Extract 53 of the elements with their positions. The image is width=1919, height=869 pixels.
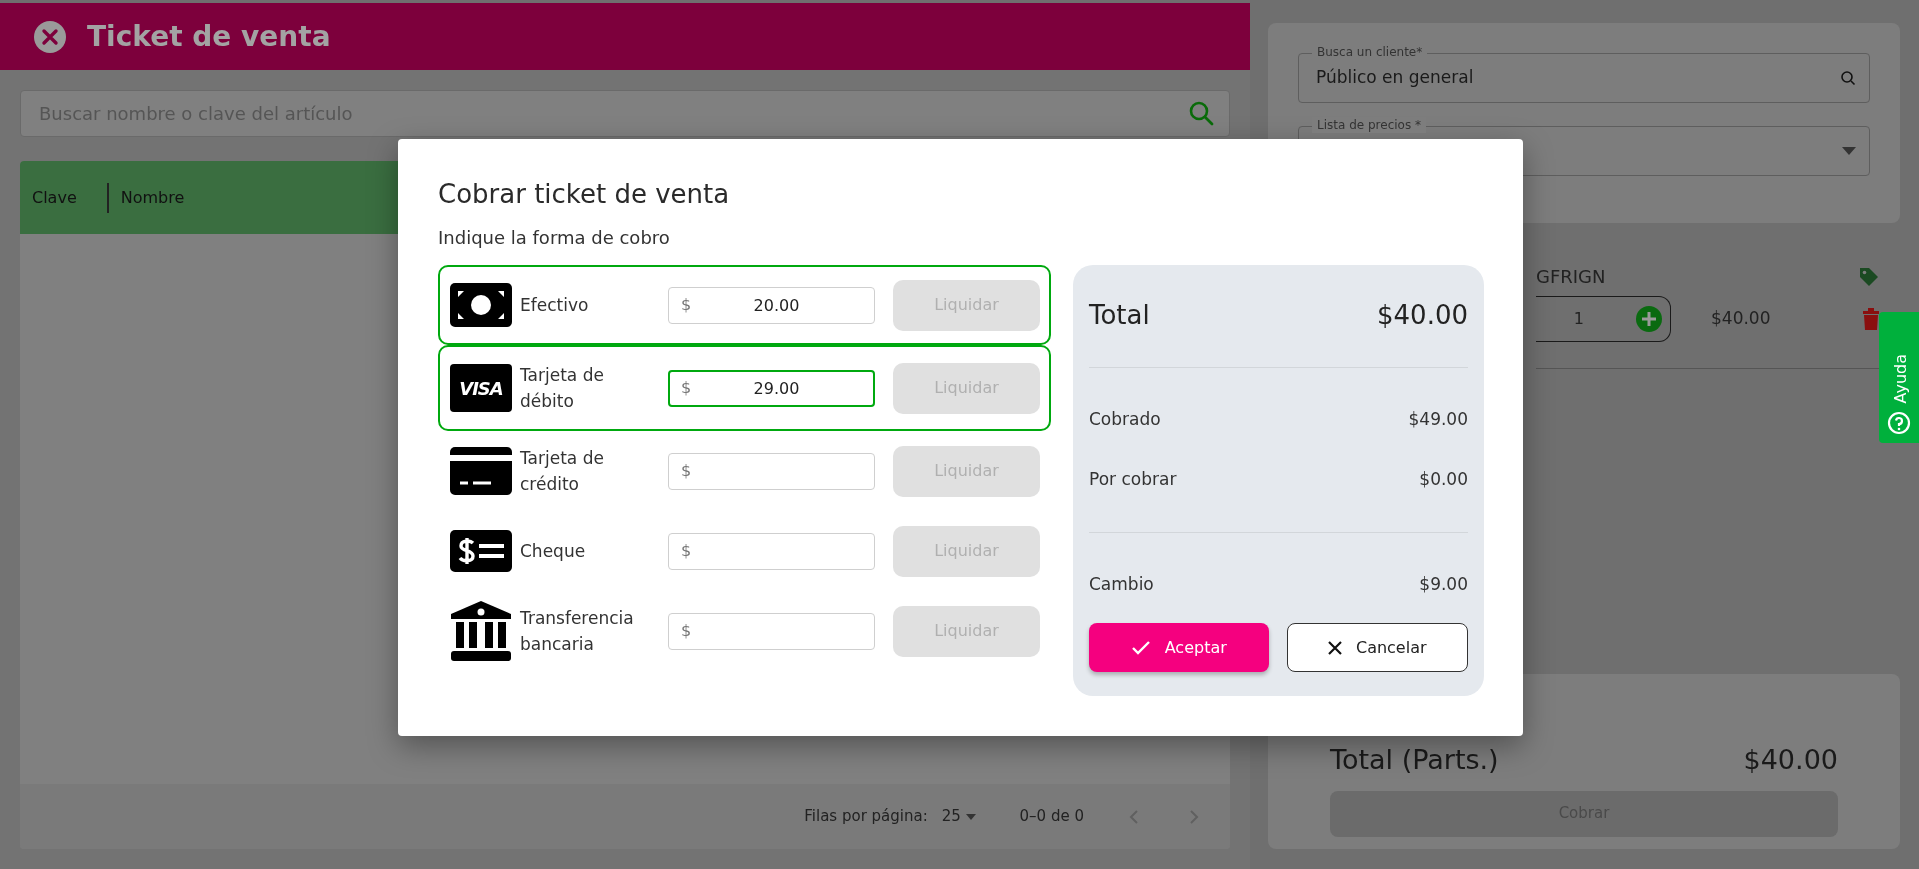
check-icon — [1130, 639, 1151, 656]
dialog-title: Cobrar ticket de venta — [438, 179, 731, 211]
column-header[interactable]: Clave — [20, 185, 77, 210]
trash-icon[interactable] — [1862, 308, 1880, 330]
quantity-field[interactable]: 1 — [1536, 296, 1671, 342]
totals-value: $40.00 — [1743, 743, 1838, 777]
summary-value: $49.00 — [1408, 408, 1468, 432]
banknote-icon — [450, 281, 512, 330]
page-title: Ticket de venta — [87, 18, 331, 55]
summary-label: Cobrado — [1089, 408, 1161, 432]
item-code: GFRIGN — [1536, 265, 1606, 289]
cancel-button[interactable]: Cancelar — [1286, 623, 1468, 672]
credit-card-icon — [450, 447, 512, 496]
field-value: Público en general — [1316, 66, 1475, 90]
dropdown-caret-icon[interactable] — [1842, 147, 1856, 155]
summary-value: $0.00 — [1419, 468, 1468, 492]
close-icon[interactable] — [33, 19, 67, 54]
currency-symbol: $ — [681, 377, 692, 398]
close-icon — [1327, 640, 1342, 655]
currency-symbol: $ — [681, 620, 692, 641]
plus-icon[interactable] — [1636, 306, 1662, 332]
previous-page-icon[interactable] — [1128, 808, 1140, 825]
bank-icon — [450, 601, 512, 662]
item-amount: $40.00 — [1711, 307, 1771, 331]
rows-per-page-label: Filas por página: — [804, 806, 928, 828]
quantity-value: 1 — [1573, 308, 1584, 330]
summary-label: Cambio — [1089, 573, 1154, 597]
next-page-icon[interactable] — [1188, 808, 1200, 825]
payment-method-label: Efectivo — [520, 294, 590, 317]
totals-label: Total (Parts.) — [1330, 743, 1499, 777]
caret-icon — [965, 813, 976, 820]
total-value: $40.00 — [1377, 298, 1468, 332]
help-icon — [1887, 411, 1911, 435]
column-header[interactable]: Nombre — [108, 185, 197, 210]
currency-symbol: $ — [681, 460, 692, 481]
total-label: Total — [1089, 298, 1150, 332]
payment-method-label: Cheque — [520, 540, 587, 563]
payment-method-label: Tarjeta de débito — [520, 363, 605, 414]
summary-value: $9.00 — [1419, 573, 1468, 597]
tag-icon — [1858, 265, 1880, 288]
page-range: 0–0 de 0 — [1019, 806, 1084, 828]
summary-label: Por cobrar — [1089, 468, 1177, 492]
payment-method-label: Transferencia bancaria — [520, 606, 635, 657]
rows-per-page-select[interactable]: 25 — [941, 805, 976, 828]
help-tab[interactable]: Ayuda — [1879, 312, 1919, 443]
payment-method-label: Tarjeta de crédito — [520, 446, 605, 497]
currency-symbol: $ — [681, 540, 692, 561]
search-icon[interactable] — [1840, 70, 1856, 86]
accept-button[interactable]: Aceptar — [1089, 623, 1269, 672]
card-logo: VISA — [450, 364, 512, 413]
currency-symbol: $ — [681, 294, 692, 315]
field-label: Lista de precios * — [1312, 117, 1426, 133]
dialog-subtitle: Indique la forma de cobro — [438, 226, 671, 251]
